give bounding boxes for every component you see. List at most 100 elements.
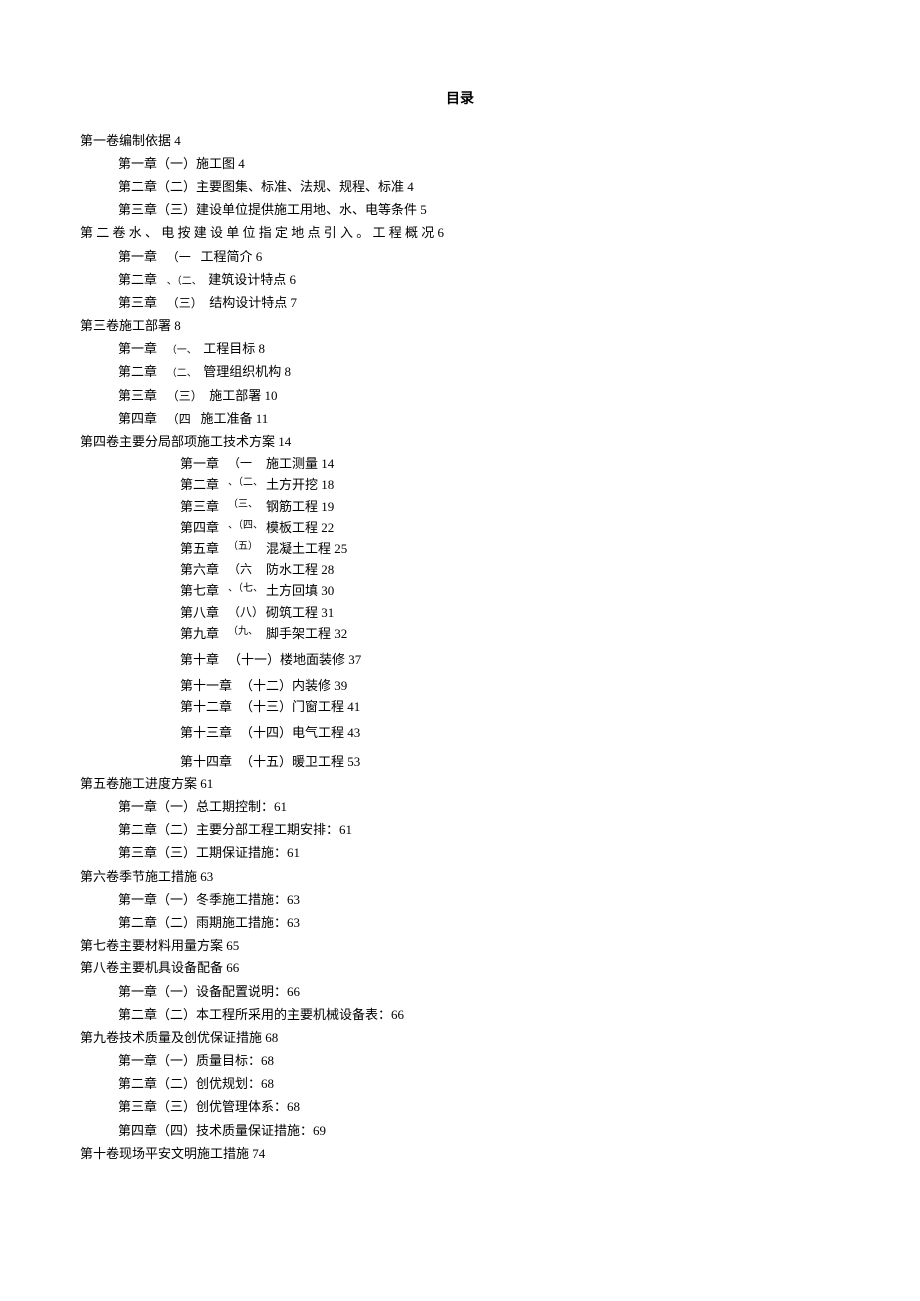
ch-label: 第七章 — [180, 582, 228, 600]
vol4-ch10: 第十章 （十一） 楼地面装修 37 — [180, 651, 840, 669]
vol5-ch2: 第二章（二）主要分部工程工期安排：61 — [118, 821, 840, 839]
vol9-ch2: 第二章（二）创优规划：68 — [118, 1075, 840, 1093]
ch-label: 第一章 — [118, 249, 157, 264]
vol4: 第四卷主要分局部项施工技术方案 14 — [80, 433, 840, 451]
vol5: 第五卷施工进度方案 61 — [80, 775, 840, 793]
vol8: 第八卷主要机具设备配备 66 — [80, 959, 840, 977]
ch-num: （十三） — [240, 698, 292, 716]
ch-num: （十四） — [240, 724, 292, 742]
ch-desc: 工程简介 6 — [201, 249, 263, 264]
ch-num: （六 — [228, 561, 266, 578]
vol3-ch1: 第一章 （一、 工程目标 8 — [118, 340, 840, 358]
ch-desc: 结构设计特点 7 — [209, 295, 297, 310]
vol3: 第三卷施工部署 8 — [80, 317, 840, 335]
vol4-ch2: 第二章 、（二、 土方开挖 18 — [180, 476, 840, 494]
ch-num: 、（四、 — [228, 519, 266, 533]
ch-desc: 工程目标 8 — [203, 341, 265, 356]
ch-num: （十五） — [240, 753, 292, 771]
ch-desc: 脚手架工程 32 — [266, 625, 347, 643]
ch-label: 第十三章 — [180, 724, 240, 742]
ch-label: 第三章 — [180, 498, 228, 516]
vol4-ch11: 第十一章 （十二） 内装修 39 — [180, 677, 840, 695]
ch-label: 第六章 — [180, 561, 228, 579]
ch-label: 第四章 — [180, 519, 228, 537]
vol2-ch3: 第三章 （三） 结构设计特点 7 — [118, 294, 840, 312]
vol4-ch6: 第六章 （六 防水工程 28 — [180, 561, 840, 579]
ch-label: 第九章 — [180, 625, 228, 643]
vol3-ch4: 第四章 （四 施工准备 11 — [118, 410, 840, 428]
ch-label: 第四章 — [118, 411, 157, 426]
vol8-ch2: 第二章（二）本工程所采用的主要机械设备表：66 — [118, 1006, 840, 1024]
ch-label: 第十章 — [180, 651, 228, 669]
vol5-ch3: 第三章（三）工期保证措施：61 — [118, 844, 840, 862]
ch-num: （九、 — [228, 625, 266, 639]
ch-label: 第十四章 — [180, 753, 240, 771]
vol4-chapters: 第一章 （一 施工测量 14 第二章 、（二、 土方开挖 18 第三章 （三、 … — [180, 455, 840, 771]
ch-desc: 管理组织机构 8 — [203, 364, 291, 379]
vol1-ch3: 第三章（三）建设单位提供施工用地、水、电等条件 5 — [118, 201, 840, 219]
vol4-ch12: 第十二章 （十三） 门窗工程 41 — [180, 698, 840, 716]
ch-desc: 门窗工程 41 — [292, 698, 360, 716]
vol4-ch14: 第十四章 （十五） 暖卫工程 53 — [180, 753, 840, 771]
ch-num: 、（七、 — [228, 582, 266, 596]
vol10: 第十卷现场平安文明施工措施 74 — [80, 1145, 840, 1163]
ch-label: 第三章 — [118, 295, 157, 310]
ch-desc: 混凝土工程 25 — [266, 540, 347, 558]
ch-label: 第八章 — [180, 604, 228, 622]
ch-label: 第二章 — [118, 272, 157, 287]
vol6: 第六卷季节施工措施 63 — [80, 868, 840, 886]
vol1-ch2: 第二章（二）主要图集、标准、法规、规程、标准 4 — [118, 178, 840, 196]
ch-desc: 建筑设计特点 6 — [208, 272, 296, 287]
vol2-ch1: 第一章 （一 工程简介 6 — [118, 248, 840, 266]
ch-num: 、（二、 — [228, 476, 266, 490]
vol2-ch2: 第二章 、（二、 建筑设计特点 6 — [118, 271, 840, 289]
ch-num: （三、 — [228, 498, 266, 512]
ch-num: （一、 — [167, 345, 197, 356]
vol8-ch1: 第一章（一）设备配置说明：66 — [118, 983, 840, 1001]
ch-label: 第十一章 — [180, 677, 240, 695]
ch-desc: 施工准备 11 — [201, 411, 269, 426]
vol4-ch9: 第九章 （九、 脚手架工程 32 — [180, 625, 840, 643]
vol4-ch1: 第一章 （一 施工测量 14 — [180, 455, 840, 473]
ch-desc: 土方回填 30 — [266, 582, 334, 600]
vol1-ch1: 第一章（一）施工图 4 — [118, 155, 840, 173]
ch-num: （十二） — [240, 677, 292, 695]
ch-num: （一 — [167, 250, 191, 264]
ch-num: （五） — [228, 540, 266, 554]
ch-num: 、（二、 — [167, 276, 202, 287]
ch-desc: 楼地面装修 37 — [280, 651, 361, 669]
vol2: 第 二 卷 水 、 电 按 建 设 单 位 指 定 地 点 引 入 。 工 程 … — [80, 224, 840, 242]
ch-label: 第二章 — [180, 476, 228, 494]
vol4-ch4: 第四章 、（四、 模板工程 22 — [180, 519, 840, 537]
ch-label: 第三章 — [118, 388, 157, 403]
ch-num: （八） — [228, 604, 266, 621]
vol3-ch3: 第三章 （三） 施工部署 10 — [118, 387, 840, 405]
vol1: 第一卷编制依据 4 — [80, 132, 840, 150]
ch-label: 第一章 — [118, 341, 157, 356]
vol4-ch3: 第三章 （三、 钢筋工程 19 — [180, 498, 840, 516]
vol7: 第七卷主要材料用量方案 65 — [80, 937, 840, 955]
ch-desc: 暖卫工程 53 — [292, 753, 360, 771]
vol4-ch8: 第八章 （八） 砌筑工程 31 — [180, 604, 840, 622]
ch-desc: 内装修 39 — [292, 677, 347, 695]
toc-title: 目录 — [80, 90, 840, 110]
vol9-ch1: 第一章（一）质量目标：68 — [118, 1052, 840, 1070]
vol4-ch7: 第七章 、（七、 土方回填 30 — [180, 582, 840, 600]
ch-num: （一 — [228, 455, 266, 472]
vol6-ch1: 第一章（一）冬季施工措施：63 — [118, 891, 840, 909]
vol3-ch2: 第二章 （二、 管理组织机构 8 — [118, 363, 840, 381]
ch-label: 第一章 — [180, 455, 228, 473]
ch-desc: 防水工程 28 — [266, 561, 334, 579]
vol4-ch5: 第五章 （五） 混凝土工程 25 — [180, 540, 840, 558]
ch-label: 第十二章 — [180, 698, 240, 716]
ch-num: （四 — [167, 412, 191, 426]
vol9: 第九卷技术质量及创优保证措施 68 — [80, 1029, 840, 1047]
ch-label: 第五章 — [180, 540, 228, 558]
ch-desc: 土方开挖 18 — [266, 476, 334, 494]
ch-desc: 电气工程 43 — [292, 724, 360, 742]
vol9-ch3: 第三章（三）创优管理体系：68 — [118, 1098, 840, 1116]
ch-desc: 钢筋工程 19 — [266, 498, 334, 516]
ch-num: （三） — [167, 389, 203, 403]
ch-desc: 模板工程 22 — [266, 519, 334, 537]
ch-desc: 砌筑工程 31 — [266, 604, 334, 622]
